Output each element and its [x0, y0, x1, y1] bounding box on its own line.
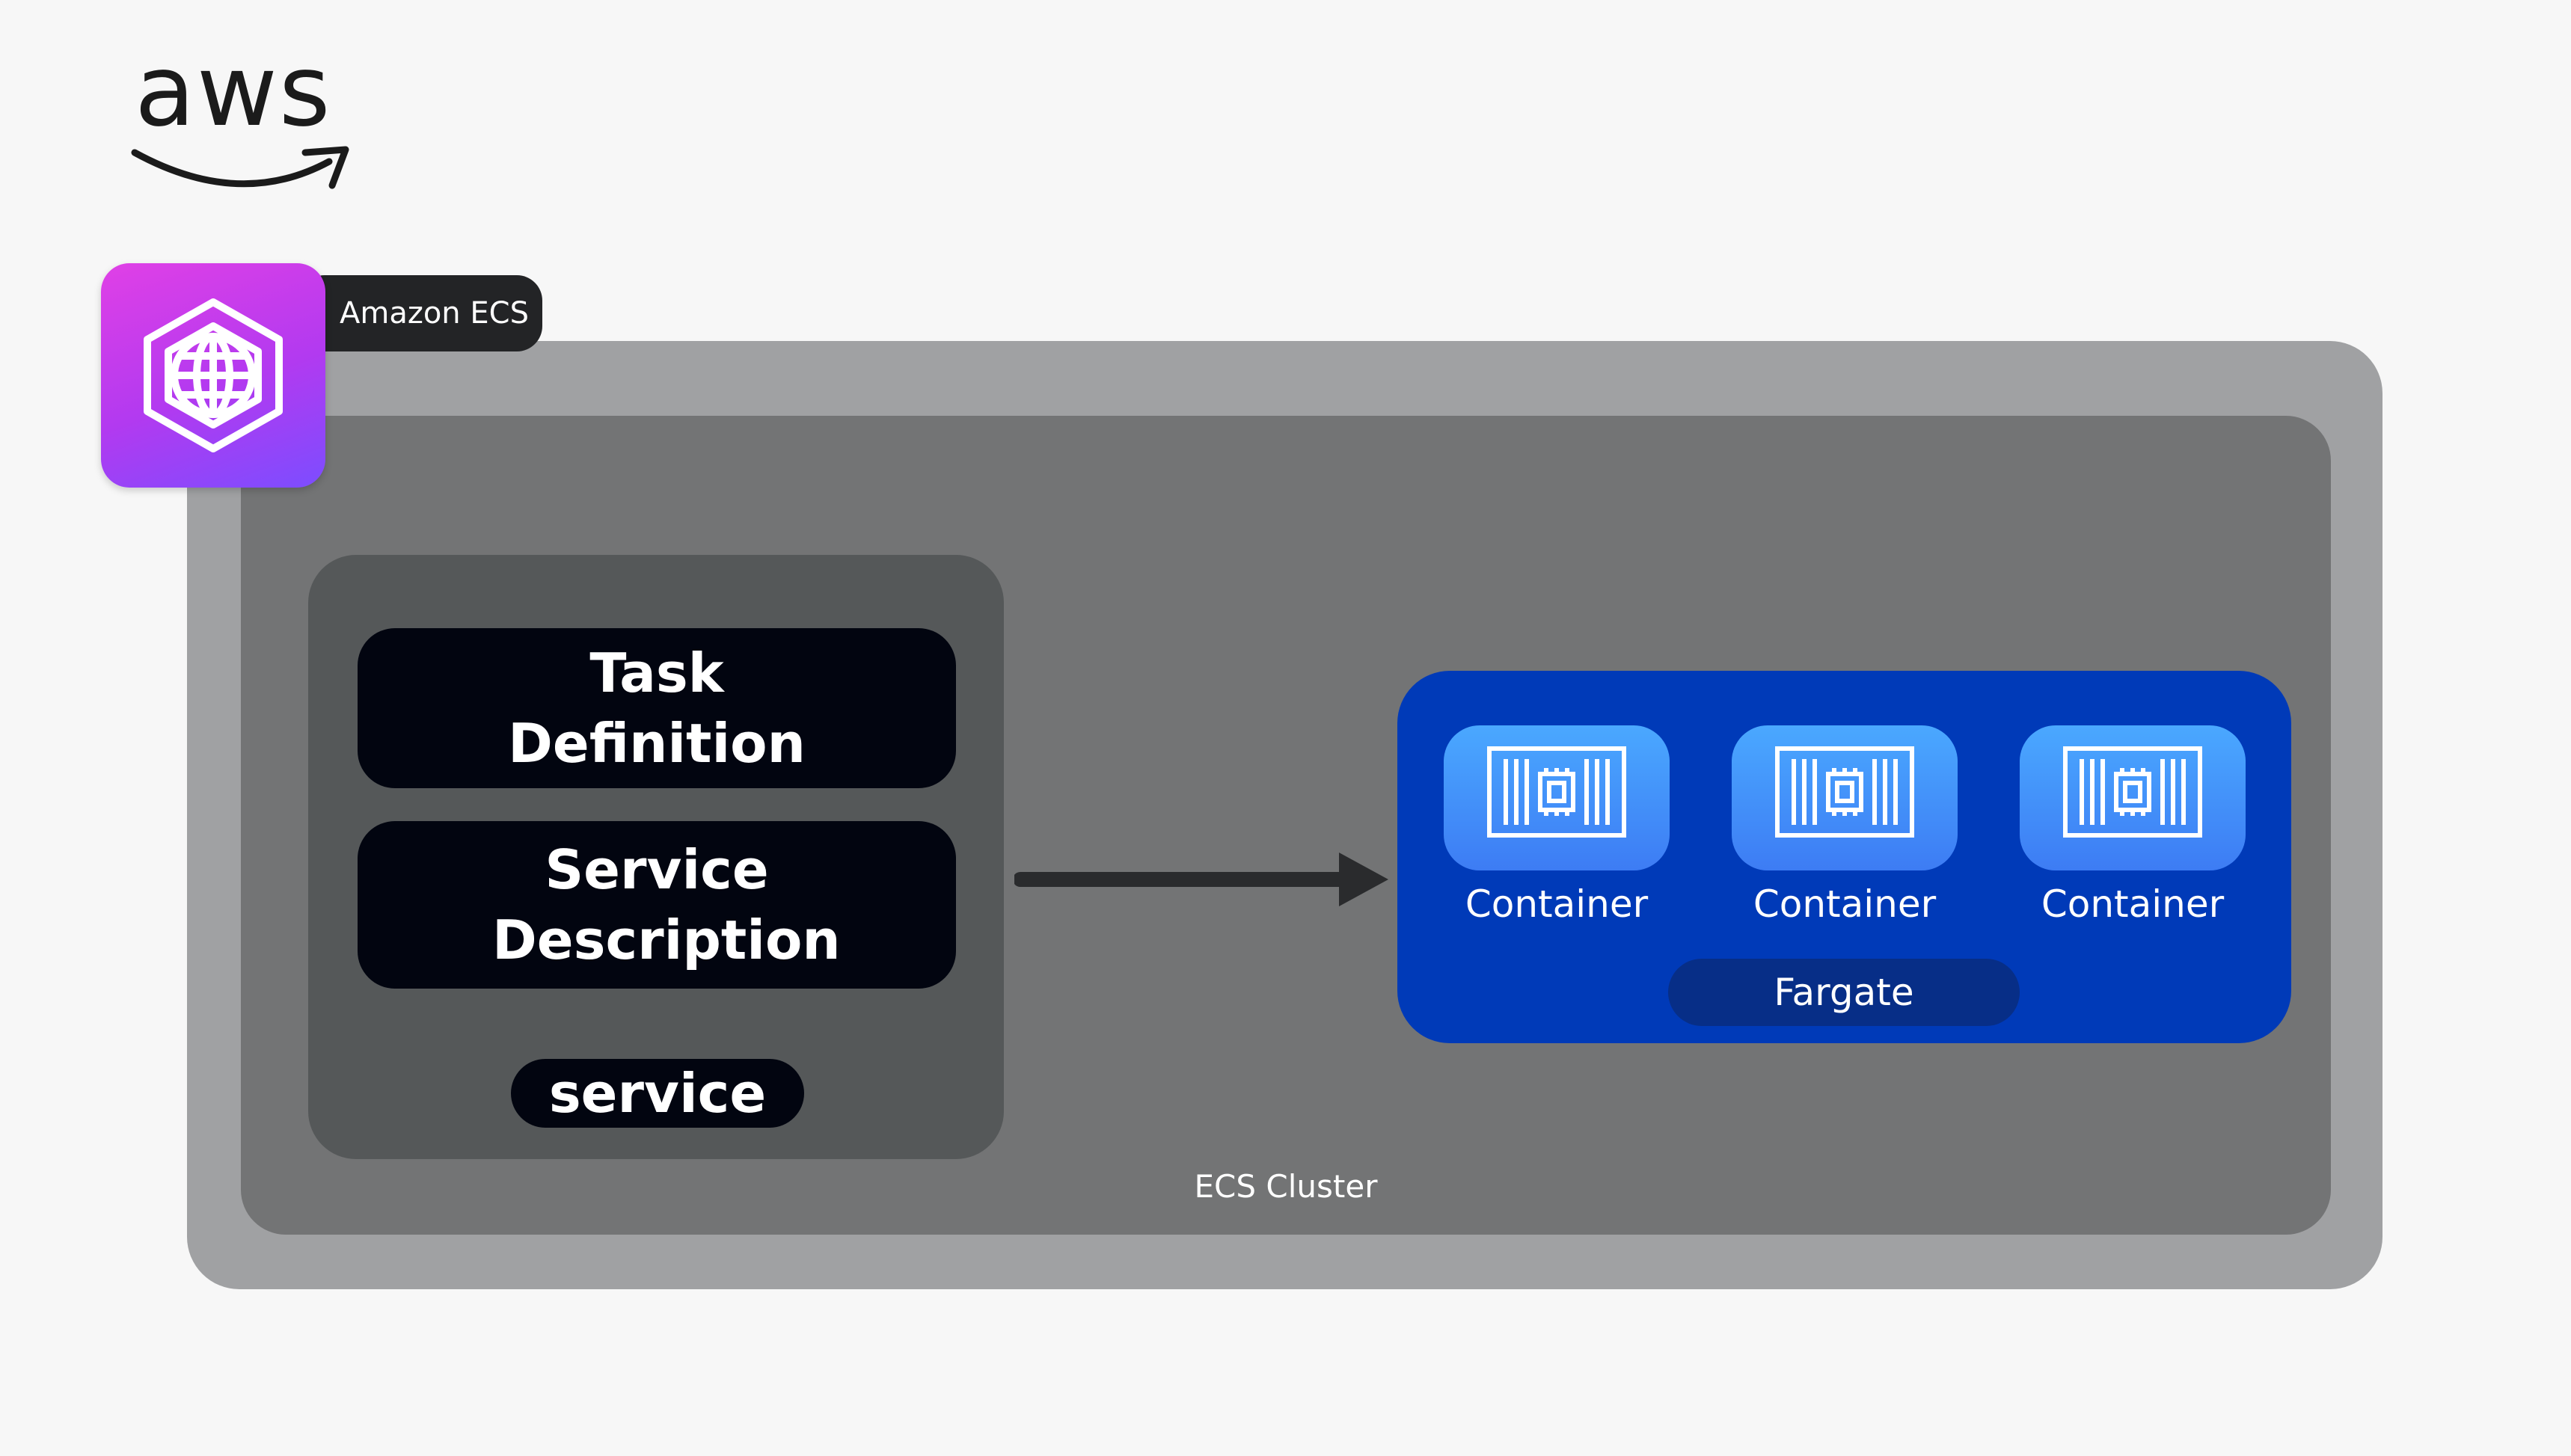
service-pill-label: service [548, 1062, 767, 1125]
container-label: Container [1465, 882, 1649, 926]
fargate-pill: Fargate [1668, 959, 2020, 1026]
container-label: Container [2041, 882, 2225, 926]
flow-arrow [1014, 853, 1388, 906]
aws-smile-icon [131, 146, 349, 189]
container-label: Container [1753, 882, 1937, 926]
ecs-cluster-label: ECS Cluster [1194, 1168, 1378, 1205]
fargate-label: Fargate [1774, 971, 1914, 1014]
container-tile [1732, 725, 1958, 870]
container-icon [1487, 746, 1626, 838]
service-description-label: Service Description [492, 838, 841, 971]
amazon-ecs-label: Amazon ECS [340, 296, 529, 331]
service-pill: service [511, 1059, 804, 1128]
task-definition-label: Task Definition [508, 642, 806, 775]
task-definition-box: Task Definition [358, 628, 956, 788]
container-icon [2063, 746, 2202, 838]
ecs-hexagon-globe-icon [144, 298, 283, 452]
container-icon [1775, 746, 1914, 838]
container-tile [1444, 725, 1670, 870]
ecs-icon [101, 263, 325, 488]
service-description-box: Service Description [358, 821, 956, 989]
container-tile [2020, 725, 2246, 870]
aws-logo-text: aws [135, 34, 332, 149]
